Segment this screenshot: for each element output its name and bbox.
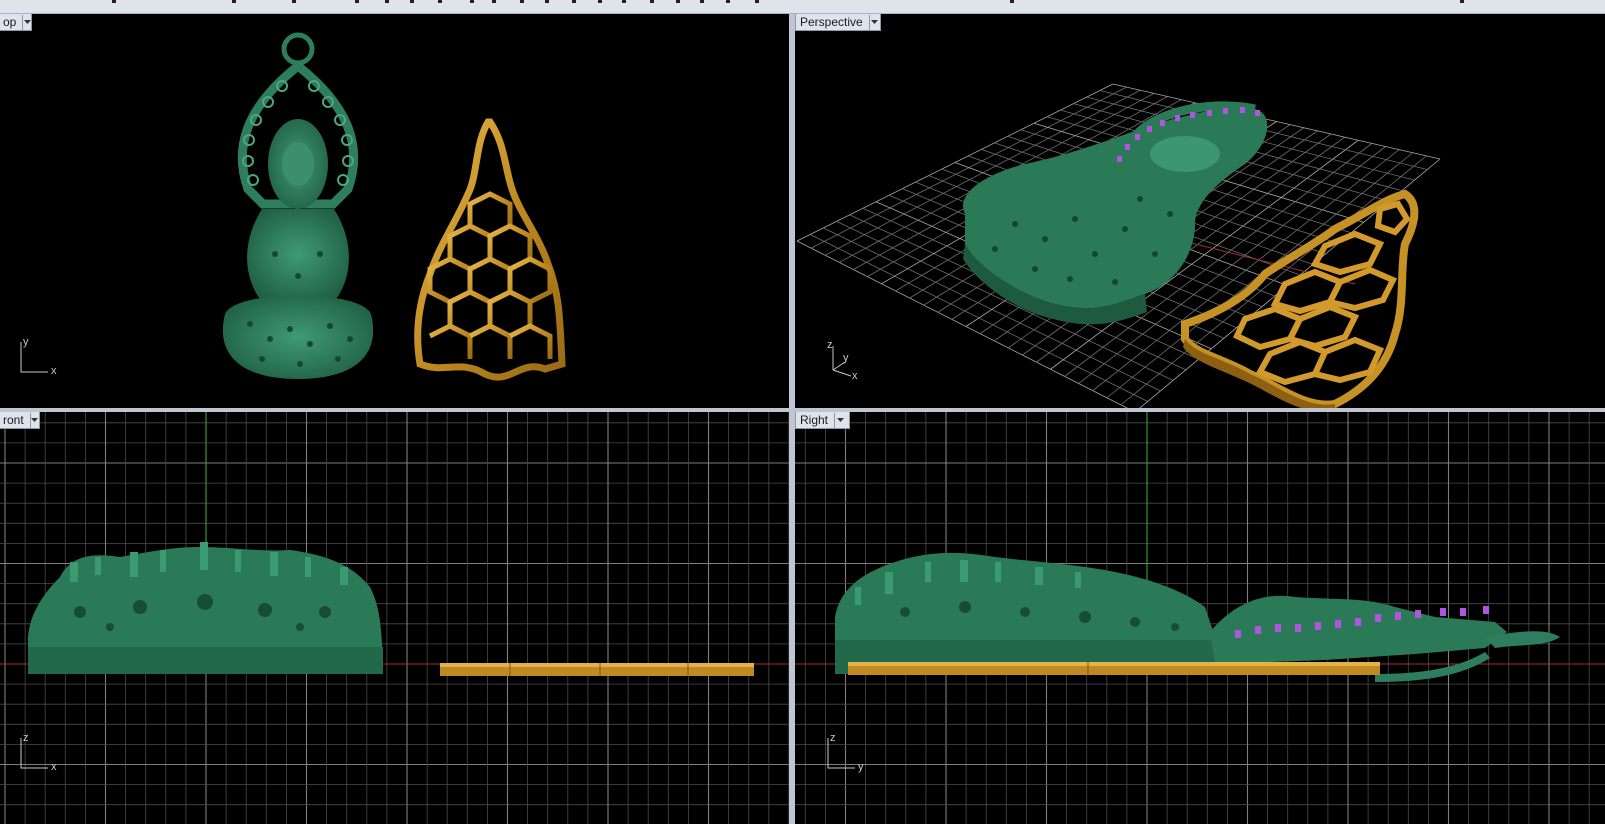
buddha-pendant-top[interactable]	[222, 32, 374, 379]
viewport-right-label[interactable]: Right	[795, 412, 850, 429]
viewport-front-title: ront	[3, 413, 24, 427]
viewport-front[interactable]: ront z x	[0, 412, 789, 824]
viewport-perspective-title: Perspective	[800, 15, 863, 29]
axis-label-x: x	[51, 761, 57, 773]
axis-widget-right: z y	[825, 732, 875, 776]
chevron-down-icon[interactable]	[29, 412, 39, 428]
front-view-scene[interactable]	[0, 412, 789, 824]
chevron-down-icon[interactable]	[868, 14, 880, 30]
axis-label-z: z	[23, 732, 29, 744]
axis-label-z: z	[830, 732, 836, 744]
axis-widget-top: y x	[18, 336, 68, 380]
title-toolbar-strip	[0, 0, 1605, 14]
viewport-perspective[interactable]: Perspective z y x	[795, 14, 1605, 408]
axis-label-x: x	[852, 370, 858, 382]
chevron-down-icon[interactable]	[834, 412, 846, 428]
viewport-top-title: op	[3, 15, 17, 29]
gold-frame-right[interactable]	[848, 662, 1380, 675]
axis-label-y: y	[23, 336, 29, 348]
gold-frame-front[interactable]	[440, 663, 754, 676]
buddha-pendant-perspective[interactable]	[963, 101, 1268, 325]
right-view-scene[interactable]	[795, 412, 1605, 824]
buddha-pendant-front[interactable]	[28, 542, 383, 674]
toolbar-edge	[112, 0, 1464, 3]
axis-label-y: y	[843, 352, 849, 364]
top-view-scene[interactable]	[0, 14, 789, 408]
viewport-front-label[interactable]: ront	[0, 412, 40, 429]
viewport-right-title: Right	[800, 413, 829, 427]
viewport-perspective-label[interactable]: Perspective	[795, 14, 881, 31]
axis-widget-perspective: z y x	[825, 339, 875, 384]
gold-frame-top[interactable]	[414, 118, 566, 381]
axis-label-x: x	[51, 365, 57, 377]
axis-label-z: z	[827, 339, 833, 351]
perspective-view-scene[interactable]	[795, 14, 1605, 408]
viewport-top[interactable]: op y x	[0, 14, 789, 408]
axis-widget-front: z x	[18, 732, 68, 776]
chevron-down-icon[interactable]	[22, 14, 31, 30]
axis-label-y: y	[858, 761, 864, 773]
viewport-top-label[interactable]: op	[0, 14, 32, 31]
gold-frame-perspective[interactable]	[1181, 189, 1419, 408]
viewport-right[interactable]: Right z y	[795, 412, 1605, 824]
